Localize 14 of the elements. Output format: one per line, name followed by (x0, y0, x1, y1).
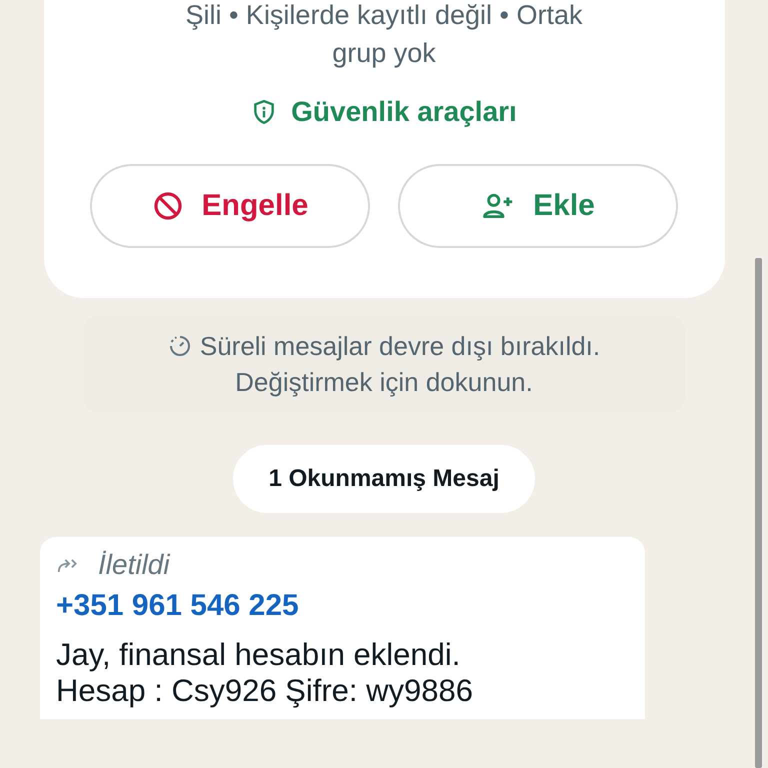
scrollbar[interactable] (755, 258, 762, 768)
forwarded-label: İletildi (98, 549, 170, 581)
add-contact-button[interactable]: Ekle (398, 164, 678, 248)
contact-info: Şili • Kişilerde kayıtlı değil • Ortak grup yok (185, 0, 583, 70)
disappearing-messages-notice[interactable]: Süreli mesajlar devre dışı bırakıldı. Değiştirmek için dokunun. (84, 316, 684, 412)
sender-number[interactable]: +351 961 546 225 (56, 589, 629, 623)
message-text: Jay, finansal hesabın eklendi. Hesap : Csy926 Şifre: wy9886 (56, 637, 474, 709)
notice-text: Süreli mesajlar devre dışı bırakıldı. (200, 330, 600, 363)
timer-icon (168, 334, 192, 358)
notice-text: Değiştirmek için dokunun. (235, 366, 533, 399)
block-button[interactable]: Engelle (90, 164, 370, 248)
safety-tools-link[interactable]: Güvenlik araçları (251, 96, 517, 128)
block-icon (152, 190, 184, 222)
unread-divider: 1 Okunmamış Mesaj (232, 445, 536, 513)
